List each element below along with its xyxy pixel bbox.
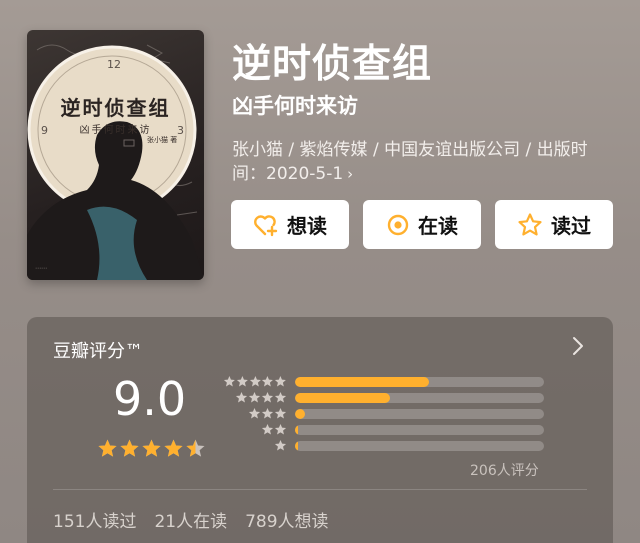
small-star-icon: [261, 423, 274, 435]
small-star-icon: [261, 407, 274, 419]
distribution-fill: [295, 392, 390, 403]
distribution-stars: [223, 407, 287, 420]
distribution-track: [295, 408, 544, 419]
chevron-right-icon[interactable]: [571, 335, 585, 357]
distribution-stars: [223, 375, 287, 388]
star-outline-icon: [518, 212, 542, 235]
distribution-track: [295, 376, 544, 387]
small-star-icon: [274, 439, 287, 451]
stat-want[interactable]: 789人想读: [245, 507, 328, 532]
star-icon: [186, 439, 205, 457]
book-cover[interactable]: 12 3 9 ⋯⋯ 逆时侦查组 凶手何时来访 张小猫 著: [27, 30, 204, 280]
distribution-row: [223, 390, 545, 405]
reading-label: 在读: [418, 214, 458, 238]
small-star-icon: [236, 376, 248, 387]
book-meta-text: 张小猫 / 紫焰传媒 / 中国友谊出版公司 / 出版时间：2020-5-1: [232, 140, 588, 184]
star-icon: [164, 439, 183, 457]
star-icon: [120, 439, 139, 457]
target-icon: [387, 214, 409, 235]
distribution-stars: [223, 423, 287, 436]
small-star-icon: [248, 391, 261, 403]
distribution-fill: [295, 376, 430, 387]
cover-art: 12 3 9 ⋯⋯: [27, 44, 204, 280]
small-star-icon: [249, 376, 261, 387]
small-star-icon: [262, 376, 274, 387]
distribution-track: [295, 392, 544, 403]
small-star-icon: [274, 391, 287, 403]
book-meta[interactable]: 张小猫 / 紫焰传媒 / 中国友谊出版公司 / 出版时间：2020-5-1 ›: [232, 138, 612, 186]
rating-distribution: [223, 374, 545, 454]
book-subtitle: 凶手何时来访: [232, 94, 358, 118]
rating-card[interactable]: 豆瓣评分™ 9.0 206人评分 151人读过 21人在读 789人想读: [27, 317, 613, 543]
small-star-icon: [261, 391, 274, 403]
cover-subtitle: 凶手何时来访: [79, 125, 152, 136]
stat-read[interactable]: 151人读过: [53, 507, 136, 532]
distribution-row: [223, 422, 545, 437]
distribution-row: [223, 438, 545, 453]
distribution-fill: [295, 408, 305, 419]
star-icon: [142, 439, 161, 457]
rating-title: 豆瓣评分™: [53, 341, 143, 362]
distribution-fill: [295, 440, 298, 451]
book-title: 逆时侦查组: [232, 42, 433, 87]
star-icon: [98, 439, 117, 457]
distribution-track: [295, 424, 544, 435]
have-read-button[interactable]: 读过: [495, 200, 613, 249]
distribution-row: [223, 406, 545, 421]
small-star-icon: [275, 376, 287, 387]
distribution-row: [223, 374, 545, 389]
small-star-icon: [274, 407, 287, 419]
reading-button[interactable]: 在读: [363, 200, 481, 249]
want-to-read-label: 想读: [287, 214, 327, 238]
svg-text:⋯⋯: ⋯⋯: [35, 265, 47, 272]
small-star-icon: [248, 407, 261, 419]
want-to-read-button[interactable]: 想读: [231, 200, 349, 249]
divider: [53, 489, 587, 490]
small-star-icon: [223, 376, 235, 387]
distribution-fill: [295, 424, 298, 435]
distribution-stars: [223, 439, 287, 452]
small-star-icon: [274, 423, 287, 435]
rating-count: 206人评分: [470, 463, 539, 479]
rating-score: 9.0: [113, 372, 187, 426]
cover-title: 逆时侦查组: [60, 96, 171, 120]
rating-stars: [97, 438, 206, 459]
cover-author: 张小猫 著: [147, 136, 178, 144]
have-read-label: 读过: [551, 214, 591, 238]
stat-reading[interactable]: 21人在读: [154, 507, 227, 532]
distribution-stars: [223, 391, 287, 404]
chevron-right-icon: ›: [347, 165, 354, 183]
reading-stats: 151人读过 21人在读 789人想读: [53, 507, 329, 532]
heart-plus-icon: [254, 214, 278, 236]
distribution-track: [295, 440, 544, 451]
small-star-icon: [235, 391, 248, 403]
svg-text:12: 12: [107, 58, 121, 71]
